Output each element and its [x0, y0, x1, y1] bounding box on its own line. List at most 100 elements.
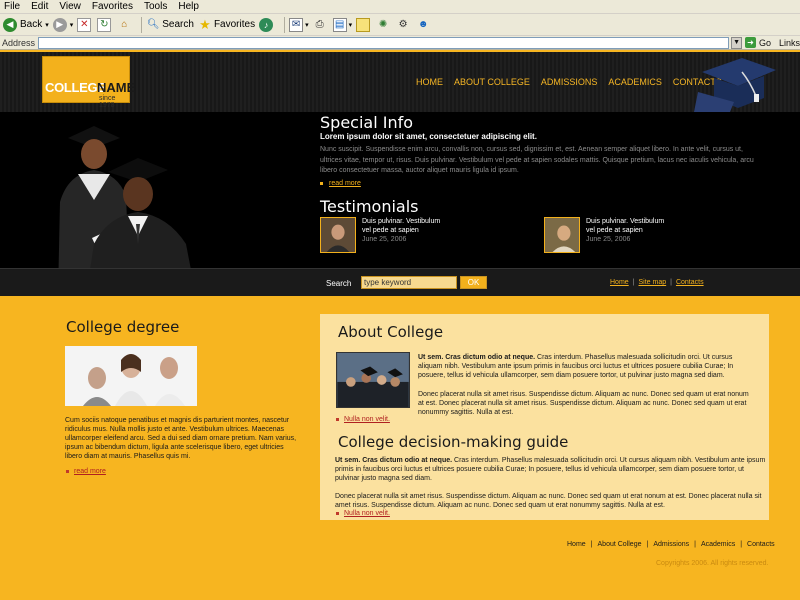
favorites-label: Favorites	[213, 19, 256, 30]
about-college-title: About College	[338, 323, 444, 341]
utility-link-contacts[interactable]: Contacts	[676, 279, 704, 286]
print-button[interactable]: ⎙	[313, 15, 329, 35]
decision-guide-title: College decision-making guide	[338, 433, 569, 451]
menu-tools[interactable]: Tools	[144, 1, 167, 12]
graduation-ceremony-image	[336, 352, 410, 408]
utility-link-site-map[interactable]: Site map	[639, 279, 667, 286]
special-info-subtitle: Lorem ipsum dolor sit amet, consectetuer…	[320, 132, 537, 141]
home-button[interactable]: ⌂	[117, 15, 133, 35]
logo-since-text: since 1978	[99, 95, 116, 109]
footer-link-home[interactable]: Home	[567, 541, 586, 548]
address-label: Address	[2, 37, 36, 48]
menu-favorites[interactable]: Favorites	[92, 1, 133, 12]
messenger-button[interactable]: ☻	[416, 15, 432, 35]
favorites-button[interactable]: ★ Favorites	[198, 15, 255, 35]
toolbar-separator	[141, 16, 143, 33]
separator: |	[646, 541, 649, 548]
star-icon: ★	[199, 16, 211, 32]
stop-icon: ✕	[77, 17, 92, 32]
back-dropdown-icon[interactable]: ▾	[45, 21, 49, 29]
menu-help[interactable]: Help	[178, 1, 199, 12]
research-button[interactable]: ✺	[376, 15, 392, 35]
note-icon	[356, 17, 371, 32]
main-nav: HOME ABOUT COLLEGE ADMISSIONS ACADEMICS …	[416, 77, 733, 87]
about-link[interactable]: Nulla non velit.	[344, 416, 390, 423]
mail-dropdown-icon[interactable]: ▾	[305, 21, 309, 29]
browser-toolbar: ◀ Back ▾ ▶ ▾ ✕ ↻ ⌂ 🔍︎ Search ★ Favorites…	[0, 14, 800, 36]
testimonial-photo	[320, 217, 356, 253]
address-dropdown-icon[interactable]: ▼	[731, 36, 742, 49]
search-input[interactable]	[361, 276, 457, 289]
utility-link-home[interactable]: Home	[610, 279, 629, 286]
testimonial-date: June 25, 2006	[362, 236, 407, 243]
go-label: Go	[758, 37, 771, 48]
footer-link-admissions[interactable]: Admissions	[653, 541, 689, 548]
nav-about-college[interactable]: ABOUT COLLEGE	[454, 77, 530, 87]
edit-button[interactable]: ▤ ▾	[332, 15, 353, 35]
guide-paragraph-1: Ut sem. Cras dictum odio at neque. Cras …	[335, 456, 767, 483]
about-paragraph-2: Donec placerat nulla sit amet risus. Sus…	[418, 391, 749, 416]
bullet-icon	[320, 182, 323, 185]
guide-link[interactable]: Nulla non velit.	[344, 510, 390, 517]
guide-paragraph-2: Donec placerat nulla sit amet risus. Sus…	[335, 493, 762, 509]
separator: |	[632, 279, 635, 286]
home-icon: ⌂	[121, 19, 128, 30]
address-bar: Address ▼ ➜ Go Links	[0, 36, 800, 50]
menu-edit[interactable]: Edit	[31, 1, 48, 12]
media-icon: ♪	[259, 17, 274, 32]
search-ok-button[interactable]: OK	[460, 276, 487, 289]
refresh-button[interactable]: ↻	[97, 15, 113, 35]
testimonial-photo	[544, 217, 580, 253]
copyright-text: Copyrights 2006. All rights reserved.	[656, 560, 769, 567]
edit-dropdown-icon[interactable]: ▾	[349, 21, 353, 29]
nav-academics[interactable]: ACADEMICS	[608, 77, 662, 87]
search-bar: Search OK Home|Site map|Contacts	[0, 268, 800, 296]
college-degree-body: Cum sociis natoque penatibus et magnis d…	[65, 417, 297, 460]
nav-admissions[interactable]: ADMISSIONS	[541, 77, 598, 87]
mail-icon: ✉	[289, 17, 304, 32]
logo-name-text: NAME	[97, 80, 136, 95]
separator: |	[590, 541, 593, 548]
separator: |	[670, 279, 672, 286]
go-button[interactable]: ➜ Go	[744, 37, 771, 48]
degree-read-more: read more	[66, 468, 106, 475]
media-button[interactable]: ♪	[259, 15, 276, 35]
bullet-icon	[336, 418, 339, 421]
about-paragraph-1: Ut sem. Cras dictum odio at neque. Cras …	[418, 353, 754, 380]
about-lead: Ut sem. Cras dictum odio at neque.	[418, 354, 536, 361]
special-read-more-link[interactable]: read more	[329, 180, 361, 187]
separator: |	[694, 541, 696, 548]
mail-button[interactable]: ✉ ▾	[289, 15, 309, 35]
special-read-more: read more	[320, 180, 361, 187]
tools-button[interactable]: ⚙	[396, 15, 412, 35]
address-input[interactable]	[38, 36, 730, 49]
back-arrow-icon: ◀	[3, 17, 17, 32]
degree-read-more-link[interactable]: read more	[74, 468, 106, 475]
forward-button[interactable]: ▶ ▾	[52, 15, 74, 35]
edit-icon: ▤	[332, 17, 347, 32]
print-icon: ⎙	[315, 19, 324, 30]
forward-dropdown-icon[interactable]: ▾	[70, 21, 74, 29]
search-label: Search	[326, 279, 352, 288]
footer-link-about[interactable]: About College	[598, 541, 642, 548]
links-button[interactable]: Links	[779, 38, 800, 48]
special-info-body: Nunc suscipit. Suspendisse enim arcu, co…	[320, 146, 754, 174]
discuss-button[interactable]	[356, 15, 372, 35]
footer-link-academics[interactable]: Academics	[701, 541, 735, 548]
college-degree-title: College degree	[66, 318, 180, 336]
footer-link-contacts[interactable]: Contacts	[747, 541, 775, 548]
testimonial-item: Duis pulvinar. Vestibulum vel pede at sa…	[320, 217, 442, 253]
search-button[interactable]: 🔍︎ Search	[146, 15, 194, 35]
separator: |	[740, 541, 743, 548]
college-logo[interactable]: COLLEGE NAME since 1978	[42, 56, 135, 109]
nav-home[interactable]: HOME	[416, 77, 443, 87]
back-button[interactable]: ◀ Back ▾	[3, 15, 49, 35]
stop-button[interactable]: ✕	[77, 15, 93, 35]
footer-nav: Home | About College | Admissions | Academics |…	[567, 541, 775, 548]
menu-view[interactable]: View	[59, 1, 81, 12]
gear-icon: ⚙	[398, 19, 408, 30]
forward-arrow-icon: ▶	[52, 17, 67, 32]
menu-file[interactable]: File	[4, 1, 20, 12]
gear-green-icon: ✺	[378, 19, 388, 30]
testimonial-date: June 25, 2006	[586, 236, 631, 243]
